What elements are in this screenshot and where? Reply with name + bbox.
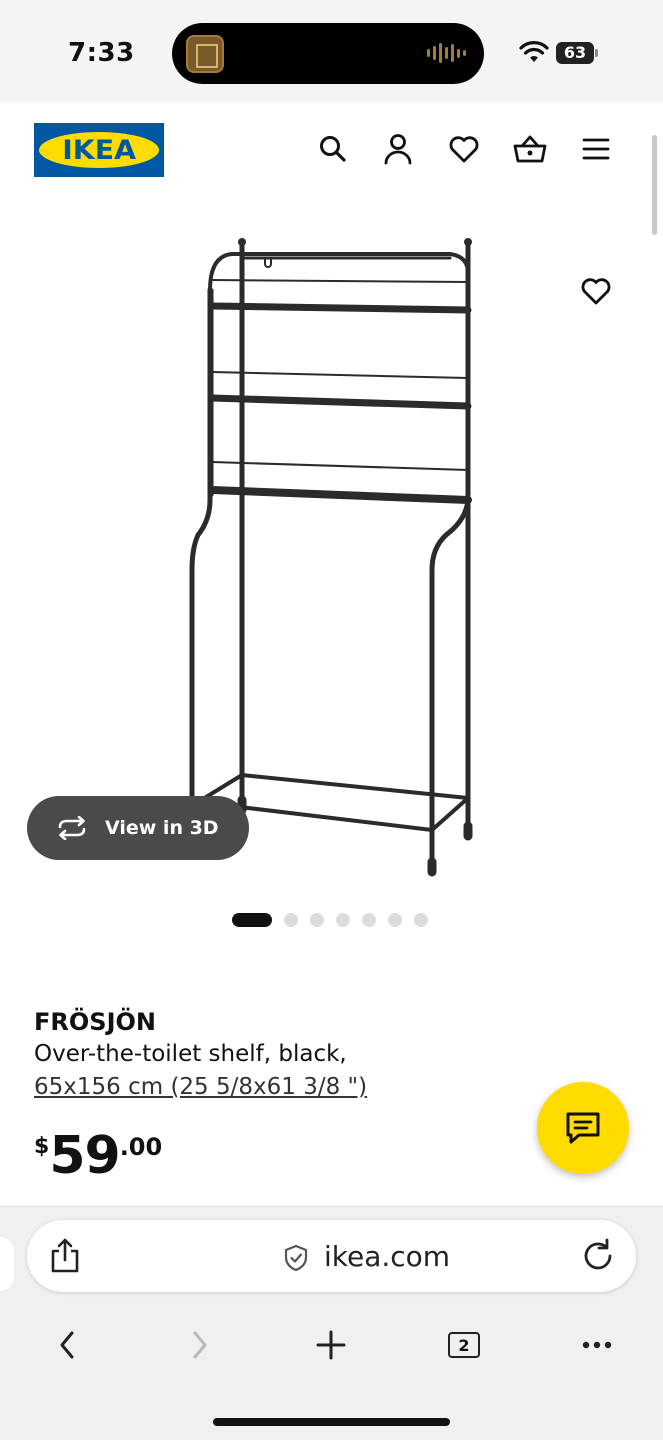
product-size-link[interactable]: 65x156 cm (25 5/8x61 3/8 ") (34, 1074, 367, 1100)
battery-indicator: 63 (556, 42, 594, 64)
rotate-3d-icon (58, 816, 86, 840)
carousel-dot[interactable] (336, 913, 350, 927)
browser-toolbar: ikea.com 2 (0, 1206, 663, 1440)
favourites-button[interactable] (447, 132, 481, 166)
carousel-dot[interactable] (388, 913, 402, 927)
product-image[interactable] (150, 230, 510, 880)
price-decimal: .00 (119, 1133, 163, 1161)
product-description: Over-the-toilet shelf, black, (34, 1041, 347, 1067)
chat-icon (566, 1112, 600, 1144)
home-indicator[interactable] (213, 1418, 450, 1426)
scrollbar[interactable] (652, 135, 657, 235)
battery-tip (595, 49, 598, 57)
account-icon (384, 134, 412, 165)
now-playing-thumbnail (186, 35, 224, 73)
search-button[interactable] (316, 132, 350, 166)
chat-button[interactable] (537, 1082, 629, 1174)
basket-icon (513, 135, 547, 163)
chevron-left-icon (60, 1331, 74, 1359)
previous-tab-peek[interactable] (0, 1237, 14, 1291)
back-button[interactable] (47, 1325, 87, 1365)
audio-waveform-icon (427, 42, 466, 64)
url-text: ikea.com (324, 1240, 451, 1273)
carousel-dot[interactable] (414, 913, 428, 927)
account-button[interactable] (381, 132, 415, 166)
price-currency: $ (34, 1134, 50, 1159)
status-bar: 7:33 63 (0, 0, 663, 102)
menu-icon (582, 138, 610, 160)
logo-text: IKEA (62, 134, 136, 166)
reload-icon[interactable] (580, 1238, 616, 1274)
status-time: 7:33 (68, 38, 135, 68)
plus-icon (316, 1330, 346, 1360)
image-carousel-pagination (232, 913, 428, 927)
shield-check-icon (284, 1244, 308, 1272)
search-icon (320, 136, 346, 162)
more-horizontal-icon (582, 1341, 612, 1349)
forward-button[interactable] (180, 1325, 220, 1365)
wifi-icon (519, 41, 549, 62)
logo-oval: IKEA (39, 132, 159, 168)
carousel-dot[interactable] (284, 913, 298, 927)
tabs-button[interactable]: 2 (444, 1325, 484, 1365)
price-integer: 59 (49, 1126, 120, 1186)
dynamic-island (172, 23, 484, 84)
heart-icon (449, 136, 479, 163)
tab-count: 2 (448, 1332, 480, 1358)
add-to-favourites-button[interactable] (576, 272, 616, 310)
product-name: FRÖSJÖN (34, 1008, 156, 1036)
carousel-dot[interactable] (362, 913, 376, 927)
carousel-dot[interactable] (232, 913, 272, 927)
new-tab-button[interactable] (311, 1325, 351, 1365)
carousel-dot[interactable] (310, 913, 324, 927)
product-price: $ 59 .00 (34, 1126, 162, 1186)
chevron-right-icon (193, 1331, 207, 1359)
view-in-3d-label: View in 3D (105, 817, 219, 839)
menu-button[interactable] (579, 132, 613, 166)
heart-icon (581, 278, 611, 305)
more-options-button[interactable] (577, 1325, 617, 1365)
address-bar[interactable]: ikea.com (27, 1220, 636, 1292)
view-in-3d-button[interactable]: View in 3D (27, 796, 249, 860)
basket-button[interactable] (513, 132, 547, 166)
share-icon[interactable] (47, 1237, 83, 1275)
ikea-logo[interactable]: IKEA (34, 123, 164, 177)
site-header: IKEA (0, 102, 663, 202)
